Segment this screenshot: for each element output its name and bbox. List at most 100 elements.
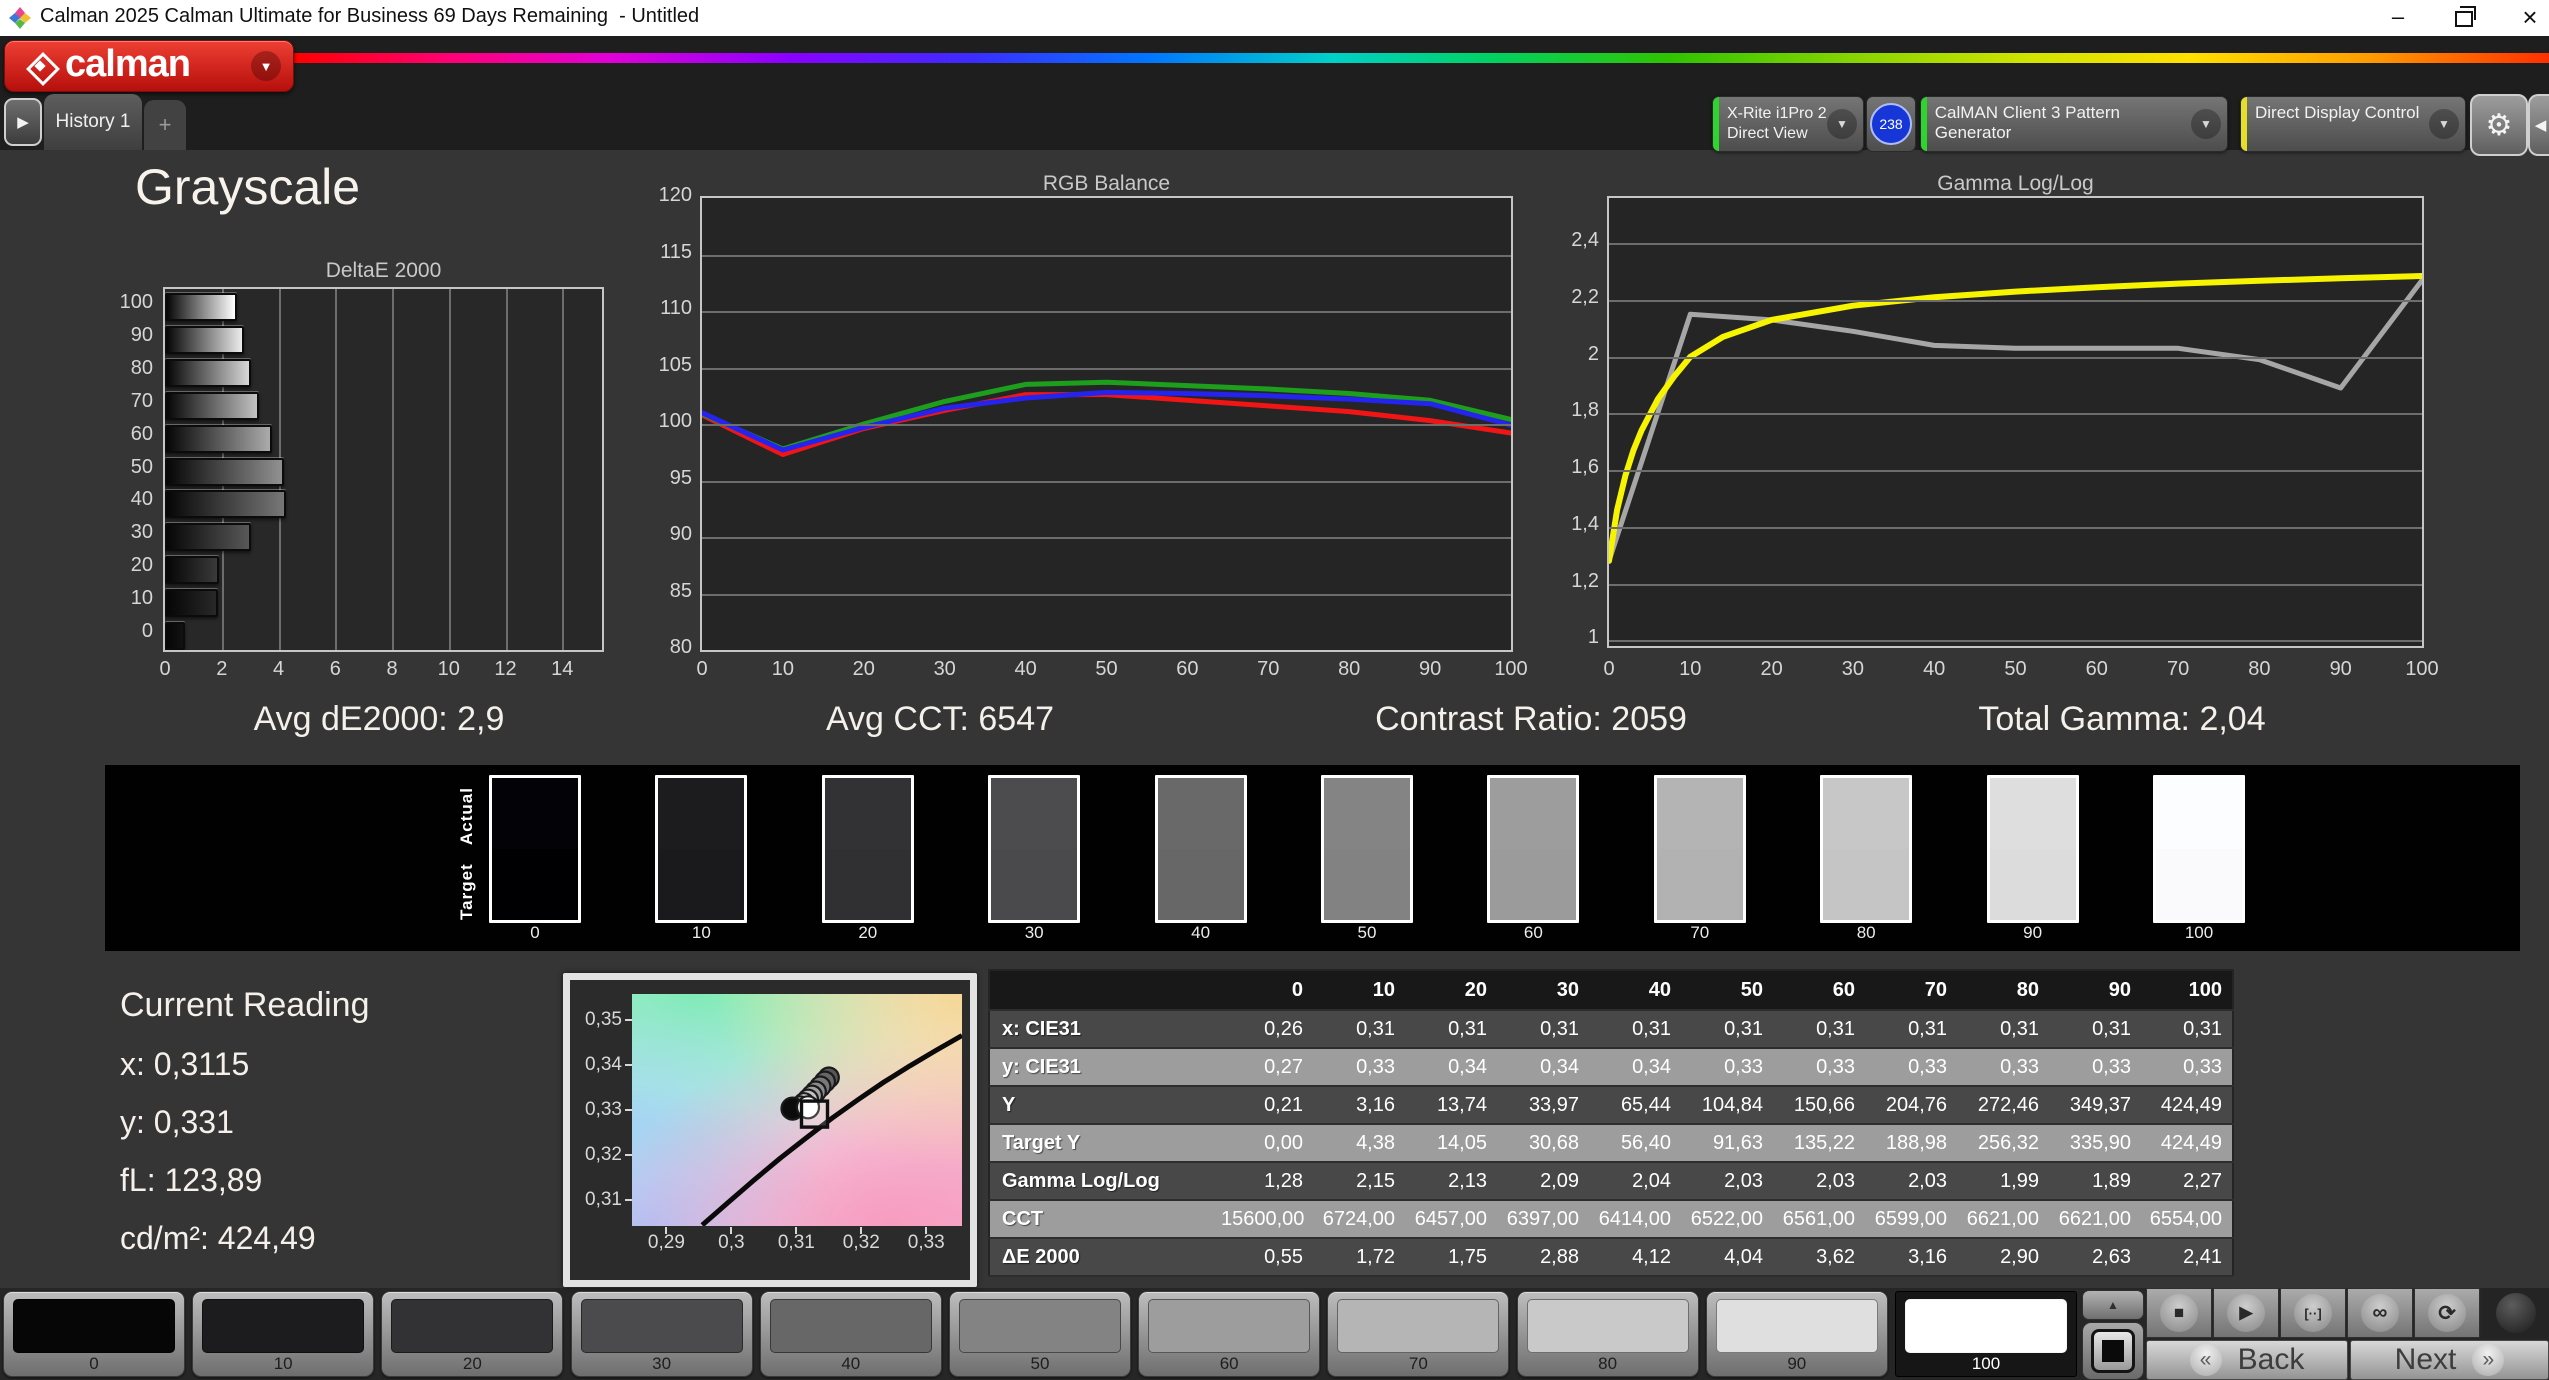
calman-menu-button[interactable]: calman ▼ — [4, 40, 294, 92]
step-button[interactable]: [··] — [2280, 1288, 2346, 1338]
table-cell: 135,22 — [1773, 1124, 1865, 1163]
play-icon: ▶ — [17, 114, 29, 131]
cie-ytick-mark — [625, 1063, 632, 1066]
layout-flow-button[interactable]: ▶ — [4, 98, 42, 146]
status-sphere[interactable] — [2495, 1293, 2536, 1333]
pattern-chip — [202, 1299, 365, 1353]
target-swatch-half — [492, 849, 578, 920]
continuous-icon: ∞ — [2361, 1294, 2399, 1332]
table-column-header: 50 — [1681, 970, 1773, 1011]
pattern-level-label: 10 — [273, 1354, 293, 1373]
tab-history-1[interactable]: History 1 — [44, 94, 142, 150]
pattern-level-80[interactable]: 80 — [1516, 1291, 1699, 1377]
pattern-level-60[interactable]: 60 — [1138, 1291, 1321, 1377]
table-cell: 424,49 — [2141, 1124, 2233, 1163]
pattern-level-20[interactable]: 20 — [381, 1291, 564, 1377]
gridline — [1609, 526, 2422, 529]
gamma-chart-title: Gamma Log/Log — [1937, 172, 2094, 195]
table-corner-cell — [989, 970, 1221, 1011]
rgb-xtick-label: 20 — [852, 658, 875, 680]
cie-chart-panel: 0,31 0,32 0,33 0,34 0,35 0,29 0,3 0,31 0… — [563, 973, 977, 1287]
refresh-button[interactable]: ⟳ — [2414, 1288, 2480, 1338]
deltae-category-label: 20 — [130, 553, 153, 576]
gridline — [1609, 583, 2422, 586]
table-column-header: 10 — [1313, 970, 1405, 1011]
gamma-x-axis: 0 10 20 30 40 50 60 70 80 90 100 — [1603, 658, 2438, 688]
actual-swatch-half — [991, 778, 1078, 849]
table-cell: 104,84 — [1681, 1086, 1773, 1125]
add-tab-button[interactable]: + — [144, 100, 186, 150]
meter-mode: Direct View — [1727, 125, 1808, 142]
rgb-ytick-label: 85 — [669, 579, 692, 602]
gamma-xtick-label: 100 — [2405, 658, 2439, 680]
play-button[interactable]: ▶ — [2213, 1288, 2279, 1338]
current-reading-cdm2: cd/m²: 424,49 — [120, 1220, 316, 1256]
swatch-level-label: 80 — [1856, 923, 1876, 942]
actual-row-label: Actual — [457, 787, 476, 845]
pattern-level-label: 40 — [841, 1354, 861, 1373]
table-column-header: 30 — [1497, 970, 1589, 1011]
deltae-category-label: 50 — [130, 455, 153, 478]
minimize-icon: – — [2391, 4, 2405, 29]
table-cell: 188,98 — [1865, 1124, 1957, 1163]
pattern-window-frame-icon — [2091, 1329, 2135, 1373]
table-cell: 0,31 — [1865, 1010, 1957, 1049]
measured-line — [1609, 277, 2422, 564]
cie-xtick-label: 0,32 — [842, 1232, 880, 1253]
settings-button[interactable]: ⚙ — [2470, 94, 2528, 156]
table-cell: 2,04 — [1589, 1162, 1681, 1201]
display-control-dropdown[interactable]: Direct Display Control ▼ — [2240, 96, 2466, 152]
table-row-label: Target Y — [989, 1124, 1221, 1163]
table-cell: 0,34 — [1497, 1048, 1589, 1087]
pattern-level-10[interactable]: 10 — [192, 1291, 375, 1377]
pattern-level-100[interactable]: 100 — [1895, 1291, 2077, 1377]
table-cell: 2,27 — [2141, 1162, 2233, 1201]
rgb-xtick-label: 80 — [1338, 658, 1361, 680]
deltae-bar — [165, 490, 286, 519]
grayscale-swatch — [1653, 775, 1746, 923]
table-cell: 6621,00 — [1957, 1200, 2049, 1239]
table-cell: 272,46 — [1957, 1086, 2049, 1125]
collapse-panel-button[interactable]: ◀ — [2528, 94, 2549, 156]
pattern-level-0[interactable]: 0 — [3, 1291, 185, 1377]
next-button[interactable]: Next » — [2350, 1340, 2549, 1380]
avg-cct-stat: Avg CCT: 6547 — [825, 700, 1055, 738]
pattern-level-90[interactable]: 90 — [1705, 1291, 1888, 1377]
pattern-generator-dropdown[interactable]: CalMAN Client 3 Pattern Generator ▼ — [1920, 96, 2228, 152]
close-button[interactable]: × — [2500, 0, 2549, 34]
rgb-ytick-label: 115 — [660, 240, 692, 263]
table-cell: 0,31 — [1681, 1010, 1773, 1049]
rgb-xtick-label: 10 — [771, 658, 795, 680]
rgb-ytick-label: 80 — [669, 636, 692, 658]
stop-button[interactable]: ■ — [2146, 1288, 2212, 1338]
cie-ytick-label: 0,32 — [585, 1144, 622, 1166]
table-cell: 2,63 — [2049, 1238, 2141, 1277]
cie-xtick-label: 0,33 — [907, 1232, 945, 1253]
refresh-icon: ⟳ — [2428, 1294, 2466, 1332]
continuous-button[interactable]: ∞ — [2347, 1288, 2413, 1338]
deltae-bar — [165, 457, 284, 486]
gridline — [1609, 640, 2422, 643]
table-cell: 0,33 — [2141, 1048, 2233, 1087]
pattern-level-30[interactable]: 30 — [570, 1291, 753, 1377]
back-button[interactable]: « Back — [2146, 1340, 2348, 1380]
pattern-level-70[interactable]: 70 — [1327, 1291, 1510, 1377]
restore-button[interactable] — [2434, 0, 2494, 34]
pattern-level-40[interactable]: 40 — [759, 1291, 942, 1377]
pattern-level-50[interactable]: 50 — [949, 1291, 1131, 1377]
pattern-window-button[interactable] — [2082, 1322, 2144, 1380]
avg-de2000-stat: Avg dE2000: 2,9 — [253, 700, 505, 738]
gamma-xtick-label: 80 — [2248, 658, 2271, 680]
calman-logo-text: calman — [65, 42, 191, 85]
actual-swatch-half — [492, 778, 578, 849]
pattern-level-label: 60 — [1219, 1354, 1239, 1373]
meter-count-button[interactable]: 238 — [1866, 96, 1916, 152]
deltae-tick-label: 12 — [494, 658, 517, 680]
meter-dropdown[interactable]: X-Rite i1Pro 2 Direct View ▼ — [1712, 96, 1864, 152]
gridline — [702, 593, 1511, 596]
next-label: Next — [2394, 1343, 2457, 1376]
minimize-button[interactable]: – — [2368, 0, 2428, 34]
panel-expand-button[interactable]: ▲ — [2082, 1290, 2144, 1320]
grayscale-swatch — [489, 775, 581, 923]
gamma-ytick-label: 2 — [1587, 342, 1599, 365]
